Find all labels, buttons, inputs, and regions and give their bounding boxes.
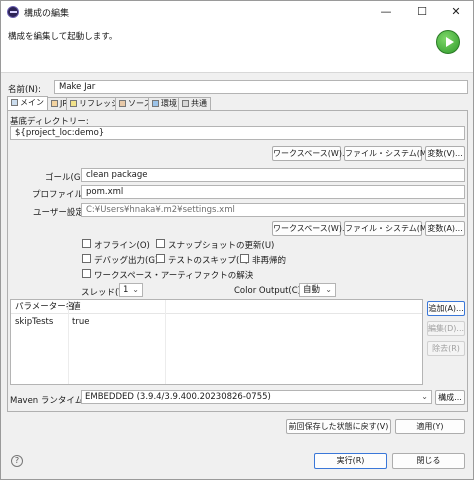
header-description: 構成を編集して起動します。: [8, 32, 118, 42]
goals-input[interactable]: clean package: [81, 168, 465, 182]
name-label: 名前(N):: [8, 85, 41, 95]
resolve-workspace-checkbox[interactable]: [82, 269, 91, 278]
tab-label: 環境: [161, 99, 177, 108]
color-output-label: Color Output(C):: [234, 286, 304, 296]
jre-tab-icon: [51, 100, 58, 107]
filesystem-button-2[interactable]: ファイル・システム(M)...: [344, 221, 438, 236]
update-snapshots-label: スナップショットの更新(U): [168, 241, 275, 251]
chevron-down-icon: ⌄: [325, 285, 332, 294]
close-window-button[interactable]: ✕: [439, 1, 473, 23]
common-tab-icon: [182, 100, 189, 107]
maximize-button[interactable]: ☐: [405, 1, 439, 23]
table-row[interactable]: skipTests true: [11, 315, 422, 329]
workspace-button-2[interactable]: ワークスペース(W)...: [272, 221, 350, 236]
environment-tab-icon: [152, 100, 159, 107]
column-header-value[interactable]: 値: [72, 300, 81, 314]
variables-button[interactable]: 変数(V)...: [425, 146, 465, 161]
parameters-table[interactable]: パラメーター名 値 skipTests true: [10, 299, 423, 385]
title-bar: 構成の編集 — ☐ ✕: [1, 1, 473, 23]
param-name-cell: skipTests: [15, 317, 54, 327]
column-header-param-name[interactable]: パラメーター名: [15, 300, 74, 314]
non-recursive-label: 非再帰的: [252, 256, 287, 266]
user-settings-input[interactable]: C:¥Users¥hnaka¥.m2¥settings.xml: [81, 203, 465, 217]
debug-output-label: デバッグ出力(G): [94, 256, 159, 266]
variables-button-2[interactable]: 変数(A)...: [425, 221, 465, 236]
window-title: 構成の編集: [24, 9, 70, 19]
debug-output-checkbox[interactable]: [82, 254, 91, 263]
maven-runtime-value: EMBEDDED (3.9.4/3.9.400.20230826-0755): [85, 392, 271, 402]
tab-environment[interactable]: 環境: [148, 97, 181, 110]
tab-main[interactable]: メイン: [7, 96, 48, 110]
tab-label: 共通: [191, 99, 207, 108]
user-settings-label: ユーザー設定:: [33, 208, 87, 218]
tab-label: メイン: [20, 98, 44, 107]
resolve-workspace-label: ワークスペース・アーティファクトの解決: [94, 271, 254, 281]
threads-select[interactable]: 1 ⌄: [119, 283, 143, 297]
close-button[interactable]: 閉じる: [392, 453, 465, 469]
non-recursive-checkbox[interactable]: [240, 254, 249, 263]
profiles-input[interactable]: pom.xml: [81, 185, 465, 199]
update-snapshots-checkbox[interactable]: [156, 239, 165, 248]
filesystem-button[interactable]: ファイル・システム(M)...: [344, 146, 438, 161]
column-divider: [68, 300, 69, 384]
run-button[interactable]: 実行(R): [314, 453, 387, 469]
offline-label: オフライン(O): [94, 241, 150, 251]
color-output-value: 自動: [303, 285, 321, 295]
table-header: パラメーター名 値: [11, 300, 422, 314]
source-tab-icon: [119, 100, 126, 107]
refresh-tab-icon: [70, 100, 77, 107]
name-input[interactable]: Make Jar: [54, 80, 468, 94]
chevron-down-icon: ⌄: [132, 285, 139, 294]
color-output-select[interactable]: 自動 ⌄: [299, 283, 336, 297]
column-divider: [165, 300, 166, 384]
param-value-cell: true: [72, 317, 90, 327]
edit-param-button[interactable]: 編集(D)...: [427, 321, 465, 336]
launch-config-dialog: 構成の編集 — ☐ ✕ 構成を編集して起動します。 名前(N): Make Ja…: [0, 0, 474, 480]
threads-value: 1: [123, 285, 129, 295]
configure-runtime-button[interactable]: 構成...: [435, 390, 465, 405]
help-icon[interactable]: ?: [11, 455, 23, 467]
dialog-header: 構成を編集して起動します。: [1, 23, 473, 73]
revert-button[interactable]: 前回保存した状態に戻す(V): [286, 419, 391, 434]
apply-button[interactable]: 適用(Y): [395, 419, 465, 434]
eclipse-app-icon: [7, 6, 19, 18]
main-tab-icon: [11, 99, 18, 106]
tab-common[interactable]: 共通: [178, 97, 211, 110]
run-icon: [436, 30, 460, 54]
base-dir-input[interactable]: ${project_loc:demo}: [10, 126, 465, 140]
workspace-button[interactable]: ワークスペース(W)...: [272, 146, 350, 161]
remove-param-button[interactable]: 除去(R): [427, 341, 465, 356]
chevron-down-icon: ⌄: [421, 392, 428, 401]
skip-tests-checkbox[interactable]: [156, 254, 165, 263]
minimize-button[interactable]: —: [369, 1, 403, 23]
maven-runtime-select[interactable]: EMBEDDED (3.9.4/3.9.400.20230826-0755) ⌄: [81, 390, 432, 404]
add-param-button[interactable]: 追加(A)...: [427, 301, 465, 316]
skip-tests-label: テストのスキップ(K): [168, 256, 249, 266]
offline-checkbox[interactable]: [82, 239, 91, 248]
